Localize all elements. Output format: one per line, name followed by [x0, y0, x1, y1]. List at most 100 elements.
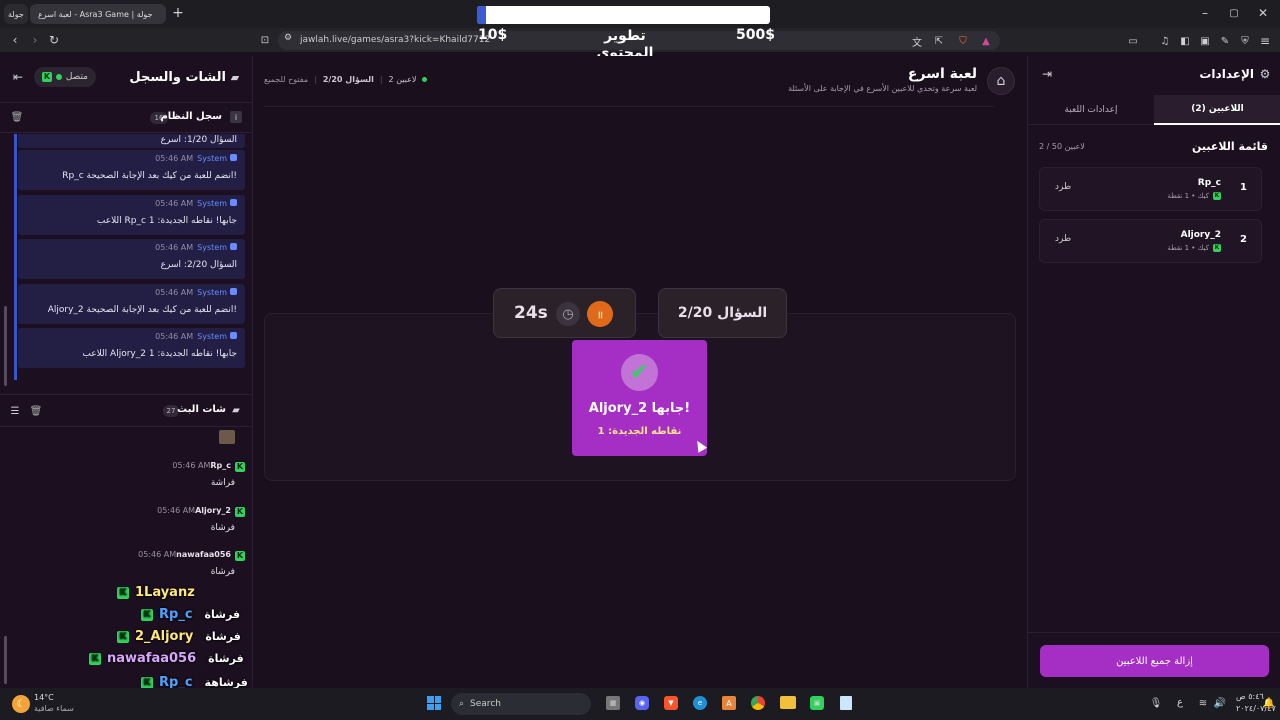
- game-area: ⌂ لعبة اسرع لعبة سرعة وتحدي للاعبين الأس…: [253, 56, 1027, 688]
- divider: [0, 132, 253, 133]
- forward-icon[interactable]: ›: [28, 32, 42, 48]
- kick-icon: K: [141, 676, 153, 689]
- volume-icon[interactable]: 🔊: [1214, 696, 1226, 710]
- log-sender: System: [197, 332, 227, 341]
- log-text: اللاعب Aljory_2 جابها! نقاطه الجديدة: 1: [82, 349, 237, 359]
- log-meta: 05:46 AM System: [155, 332, 237, 341]
- browser-tab-active[interactable]: لعبة اسرع - Asra3 Game | جولة: [30, 4, 166, 24]
- taskbar-search[interactable]: ⌕ Search: [451, 693, 591, 715]
- log-time: 05:46 AM: [155, 332, 194, 341]
- chat-username: nawafaa056: [176, 550, 231, 559]
- collapse-settings-icon[interactable]: ⇥: [1040, 67, 1054, 81]
- overlay-username: 2_Aljory: [135, 629, 194, 644]
- settings-title: الإعدادات: [1199, 67, 1254, 81]
- log-time: 05:46 AM: [155, 198, 194, 208]
- kick-player-button[interactable]: طرد: [1055, 182, 1071, 192]
- task-view-icon[interactable]: ▦: [606, 696, 620, 710]
- pause-button[interactable]: ॥: [587, 301, 613, 327]
- app-a-icon[interactable]: A: [722, 696, 736, 710]
- stream-chat-icon: ▰: [232, 404, 240, 416]
- translate-icon[interactable]: 文: [910, 33, 924, 49]
- tab-game-settings[interactable]: إعدادات اللعبة: [1028, 95, 1154, 125]
- bookmark-icon[interactable]: ⊡: [258, 32, 272, 48]
- edge-icon[interactable]: e: [693, 696, 707, 710]
- new-tab-icon[interactable]: +: [170, 5, 186, 21]
- notepad-icon[interactable]: [840, 696, 852, 710]
- kick-icon: K: [235, 462, 245, 472]
- search-icon: ⌕: [459, 699, 465, 709]
- menu-icon[interactable]: ≡: [1258, 33, 1272, 49]
- brave-shield-icon[interactable]: ⛉: [956, 33, 970, 49]
- browser-tab-pinned[interactable]: جولة: [4, 4, 28, 24]
- reload-icon[interactable]: ↻: [47, 32, 61, 48]
- language-indicator[interactable]: ع: [1177, 697, 1183, 708]
- share-icon[interactable]: ⇱: [932, 33, 946, 49]
- log-scrollbar[interactable]: [4, 306, 7, 386]
- log-sender: System: [197, 154, 227, 163]
- back-icon[interactable]: ‹: [8, 32, 22, 48]
- player-meta: كيك • 1 نقطة: [1167, 244, 1209, 252]
- log-meta: 05:46 AM System: [155, 287, 237, 297]
- kick-player-button[interactable]: طرد: [1055, 234, 1071, 244]
- chat-scrollbar[interactable]: [4, 636, 7, 684]
- weather-desc: سماء صافية: [34, 704, 74, 713]
- wifi-icon[interactable]: ≋: [1197, 696, 1209, 710]
- system-icon: [230, 243, 237, 250]
- system-icon: [230, 154, 237, 161]
- weather-icon: ☾: [12, 695, 30, 713]
- remove-all-players-button[interactable]: إزالة جميع اللاعبين: [1040, 645, 1269, 677]
- tab-players[interactable]: اللاعبين (2): [1154, 95, 1280, 125]
- music-icon[interactable]: ♫: [1158, 33, 1172, 49]
- sidebar-toggle-icon[interactable]: ▭: [1126, 33, 1140, 49]
- chat-message: 05:46 AMRp_c K فراشة: [0, 461, 253, 501]
- system-icon: [230, 198, 237, 206]
- status-dot: [55, 74, 62, 80]
- start-icon[interactable]: [427, 696, 441, 710]
- game-subtitle: لعبة سرعة وتحدي للاعبين الأسرع في الإجاب…: [788, 84, 977, 93]
- players-capacity: 2 / 50 لاعبين: [1039, 142, 1085, 151]
- kick-icon: K: [41, 72, 52, 82]
- chat-time: 05:46 AM: [138, 550, 177, 559]
- reading-view-icon[interactable]: ◧: [1178, 33, 1192, 49]
- result-points: نقاطه الجديدة: 1: [597, 426, 682, 437]
- system-log-title: سجل النظام: [160, 111, 222, 122]
- chat-username: Rp_c: [210, 461, 231, 470]
- trash-log-icon[interactable]: 🗑: [10, 110, 24, 124]
- log-entry: 05:46 AM System اللاعب Rp_c جابها! نقاطه ا…: [18, 194, 245, 235]
- check-icon: ✔: [621, 354, 658, 391]
- log-time: 05:46 AM: [155, 287, 194, 297]
- wallet-icon[interactable]: ▣: [1198, 33, 1212, 49]
- chat-time: 05:46 AM: [172, 461, 211, 470]
- overlay-username: Rp_c: [159, 607, 193, 622]
- system-icon: [230, 332, 237, 339]
- log-meta: 05:46 AM System: [155, 154, 237, 163]
- site-info-icon[interactable]: ⚙: [284, 33, 292, 43]
- collapse-panel-icon[interactable]: ⇤: [10, 69, 26, 85]
- app-green-icon[interactable]: ▣: [810, 696, 824, 710]
- result-card: ✔ Aljory_2 جابها! نقاطه الجديدة: 1: [572, 340, 707, 456]
- trash-chat-icon[interactable]: 🗑: [29, 404, 43, 418]
- filter-icon[interactable]: ☰: [8, 404, 22, 418]
- question-label: السؤال 2/20: [658, 288, 787, 338]
- overlay-text: فرشاة: [204, 608, 241, 621]
- rewards-icon[interactable]: ▲: [979, 33, 993, 49]
- brave-icon[interactable]: ▼: [664, 696, 678, 710]
- maximize-icon[interactable]: ▢: [1226, 5, 1242, 21]
- close-window-icon[interactable]: ✕: [1255, 5, 1271, 21]
- microphone-icon[interactable]: 🎙: [1150, 696, 1163, 710]
- home-icon[interactable]: ⌂: [987, 67, 1015, 95]
- vpn-icon[interactable]: ⛨: [1238, 33, 1252, 49]
- settings-panel: ⇥ الإعدادات ⚙ اللاعبين (2) إعدادات اللعب…: [1027, 56, 1280, 688]
- overlay-chat-line: K 1Layanz: [117, 585, 207, 600]
- log-time: 05:46 AM: [155, 243, 194, 252]
- file-explorer-icon[interactable]: [780, 696, 796, 709]
- gear-icon: ⚙: [1259, 67, 1271, 81]
- chat-header: 05:46 AMnawafaa056: [134, 550, 231, 559]
- extensions-icon[interactable]: ✎: [1218, 33, 1232, 49]
- chat-message: 05:46 AMAljory_2 K فرشاة: [0, 506, 253, 546]
- chrome-icon[interactable]: [751, 696, 765, 710]
- notifications-icon[interactable]: 🔔: [1263, 697, 1275, 709]
- chat-message: 05:46 AMnawafaa056 K فرشاة: [0, 550, 253, 590]
- discord-icon[interactable]: ◉: [635, 696, 649, 710]
- minimize-icon[interactable]: –: [1197, 5, 1213, 21]
